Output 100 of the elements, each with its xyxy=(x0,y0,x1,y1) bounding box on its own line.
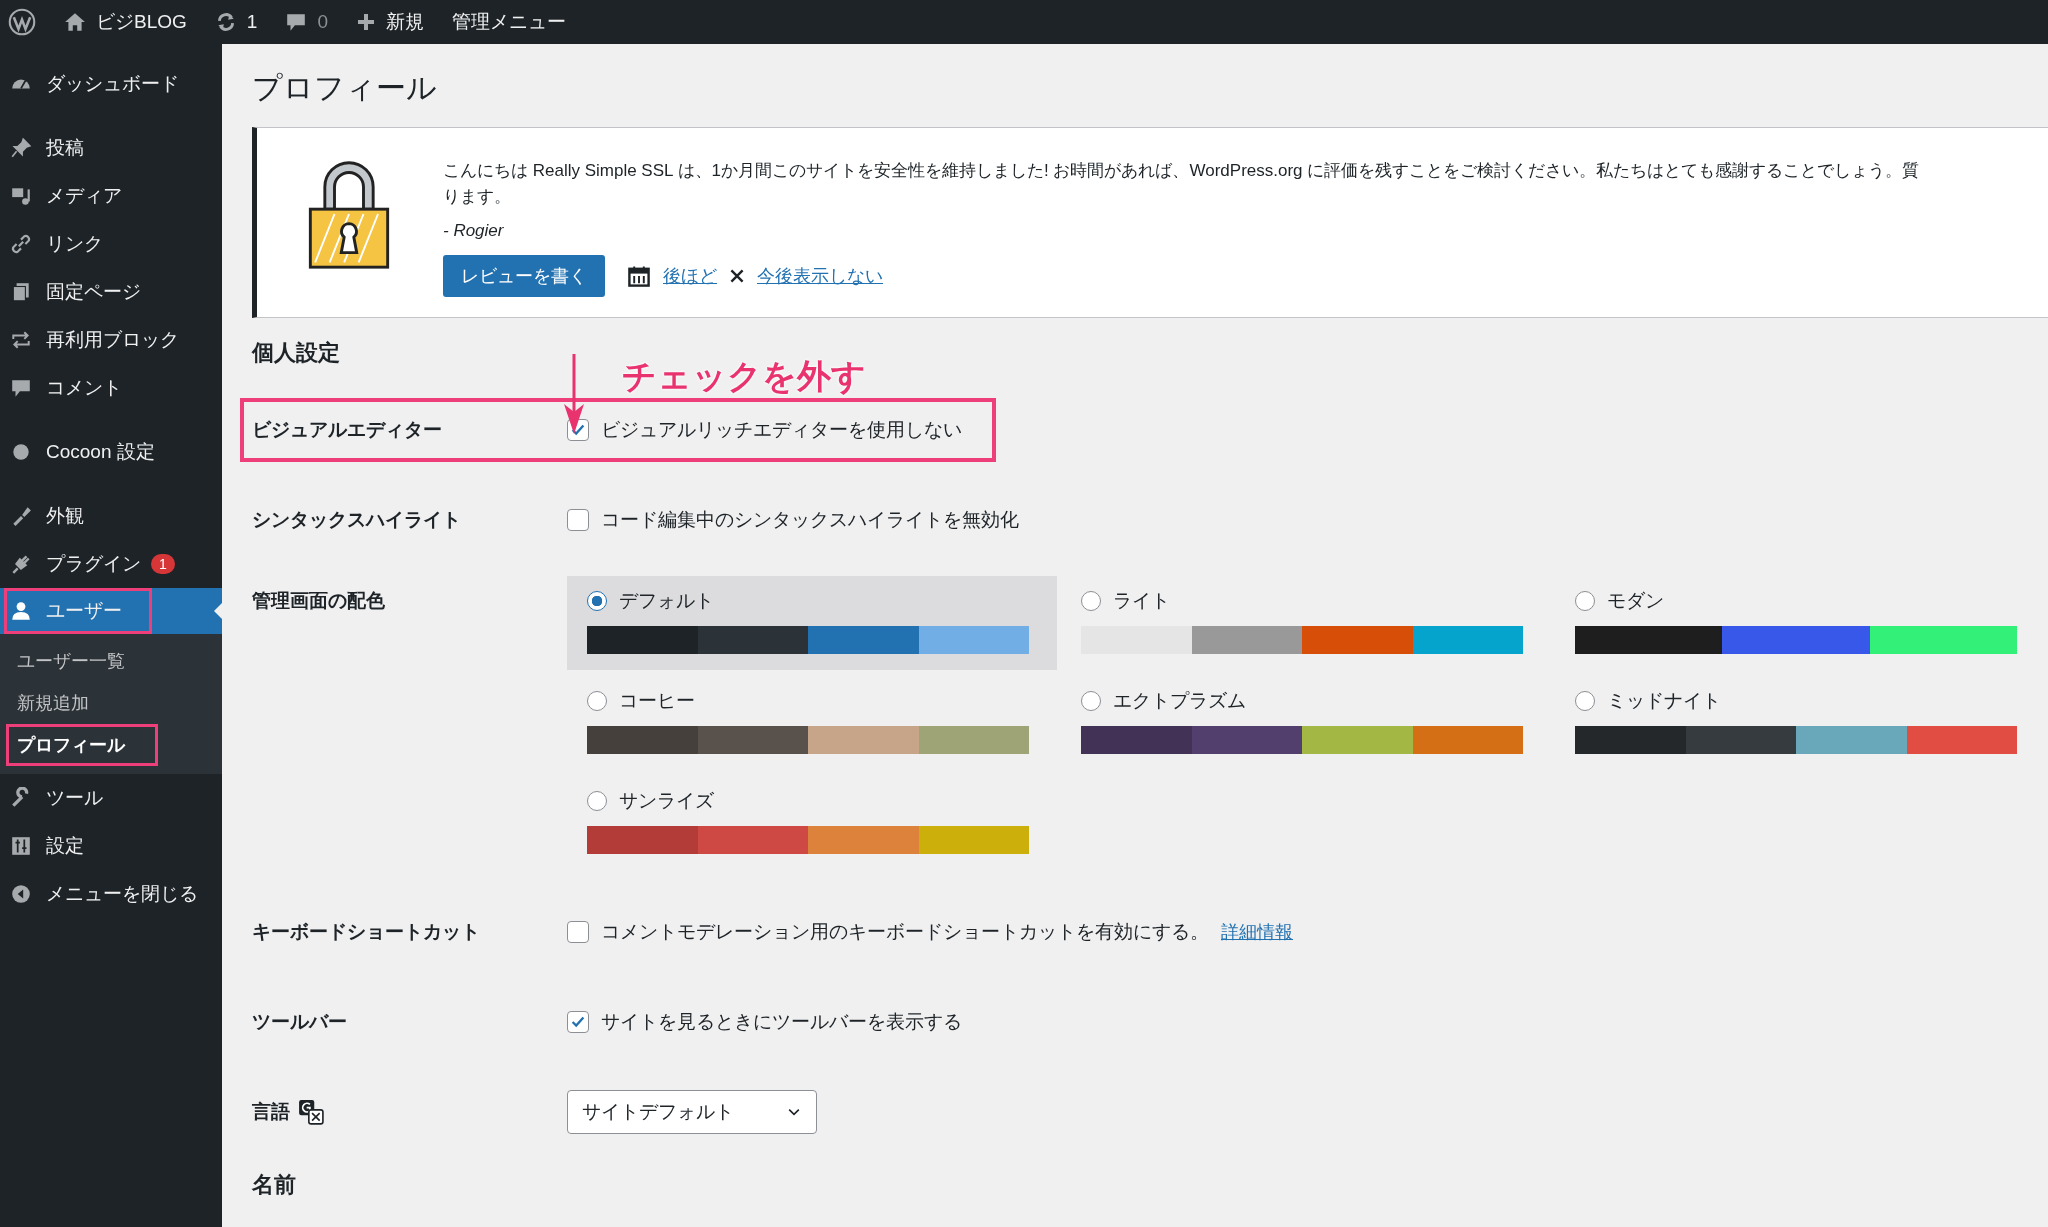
submenu-item[interactable]: プロフィール xyxy=(6,724,158,766)
radio-button[interactable] xyxy=(1081,690,1101,711)
comment-icon[interactable] xyxy=(285,11,308,33)
annotation-label: チェックを外す xyxy=(622,355,866,397)
notice-author: - Rogier xyxy=(443,220,505,241)
menu-item[interactable]: 再利用ブロック xyxy=(0,316,222,364)
color-scheme-option[interactable]: モダン xyxy=(1555,575,2045,670)
update-badge: 1 xyxy=(151,554,175,574)
sliders-icon xyxy=(10,835,32,857)
language-select[interactable]: サイトデフォルト xyxy=(567,1089,817,1134)
scheme-name: サンライズ xyxy=(619,788,714,813)
write-review-button[interactable]: レビューを書く xyxy=(443,254,605,297)
field-label: ビジュアルエディター xyxy=(252,417,442,442)
translate-icon xyxy=(298,1098,324,1125)
page-title: プロフィール xyxy=(252,70,438,106)
radio-button[interactable] xyxy=(587,590,607,611)
scheme-name: エクトプラズム xyxy=(1113,688,1246,713)
submenu-item[interactable]: ユーザー一覧 xyxy=(6,640,158,682)
menu-item[interactable]: プラグイン 1 xyxy=(0,540,222,588)
close-icon[interactable] xyxy=(729,267,745,284)
menu-label: ツール xyxy=(46,786,103,810)
color-scheme-option[interactable]: サンライズ xyxy=(567,775,1057,870)
collapse-icon xyxy=(10,883,32,905)
radio-button[interactable] xyxy=(587,690,607,711)
dismiss-link[interactable]: 今後表示しない xyxy=(757,263,883,288)
checkbox-label[interactable]: コード編集中のシンタックスハイライトを無効化 xyxy=(601,506,1019,533)
field-label: キーボードショートカット xyxy=(252,919,480,944)
menu-item[interactable]: リンク xyxy=(0,220,222,268)
menu-label: 設定 xyxy=(46,834,84,858)
scheme-name: モダン xyxy=(1607,588,1664,613)
menu-label: ダッシュボード xyxy=(46,72,179,96)
menu-label: プラグイン xyxy=(46,552,141,576)
scheme-name: ライト xyxy=(1113,588,1170,613)
menu-label: 外観 xyxy=(46,504,84,528)
color-scheme-option[interactable]: ライト xyxy=(1061,575,1551,670)
repeat-icon xyxy=(10,329,32,351)
home-icon[interactable] xyxy=(64,11,86,33)
details-link[interactable]: 詳細情報 xyxy=(1221,919,1293,944)
later-link[interactable]: 後ほど xyxy=(663,263,717,288)
field-label: 言語 xyxy=(252,1099,290,1124)
scheme-name: コーヒー xyxy=(619,688,695,713)
wordpress-logo-icon[interactable] xyxy=(8,8,36,36)
notice-message: こんにちは Really Simple SSL は、1か月間このサイトを安全性を維持しました! お時間があれば、WordPress.org に評価を残すことをご検討ください。私たちはとても感謝することでしょう。質 ります。 xyxy=(443,160,1920,209)
user-icon xyxy=(10,600,32,622)
section-heading: 個人設定 xyxy=(252,338,341,367)
checkbox[interactable] xyxy=(567,1010,589,1033)
link-icon xyxy=(10,233,32,255)
submenu-item[interactable]: 新規追加 xyxy=(6,682,158,724)
selected-scheme-card[interactable]: デフォルト xyxy=(567,575,1057,670)
menu-item[interactable]: メディア xyxy=(0,172,222,220)
color-scheme-option[interactable]: エクトプラズム xyxy=(1061,675,1551,770)
checkbox-label[interactable]: ビジュアルリッチエディターを使用しない xyxy=(601,416,962,443)
admin-menu-link[interactable]: 管理メニュー xyxy=(451,9,566,35)
menu-item[interactable]: ツール xyxy=(0,774,222,822)
updates-count[interactable]: 1 xyxy=(246,11,258,33)
section-heading: 名前 xyxy=(252,1170,297,1199)
menu-item[interactable]: 設定 xyxy=(0,822,222,870)
comment-icon xyxy=(10,377,32,399)
site-name-link[interactable]: ビジBLOG xyxy=(96,9,187,35)
menu-item[interactable]: 外観 xyxy=(0,492,222,540)
color-scheme-option[interactable]: ミッドナイト xyxy=(1555,675,2045,770)
scheme-name: ミッドナイト xyxy=(1607,688,1721,713)
menu-item[interactable]: メニューを閉じる xyxy=(0,870,222,918)
new-link[interactable]: 新規 xyxy=(385,9,424,35)
menu-label: ユーザー xyxy=(46,599,122,623)
menu-item[interactable]: コメント xyxy=(0,364,222,412)
menu-label: Cocoon 設定 xyxy=(46,440,155,464)
brush-icon xyxy=(10,505,32,527)
menu-item[interactable]: 固定ページ xyxy=(0,268,222,316)
pages-icon xyxy=(10,281,32,303)
field-label: ツールバー xyxy=(252,1009,347,1034)
checkbox[interactable] xyxy=(567,508,589,531)
checkbox-label[interactable]: サイトを見るときにツールバーを表示する xyxy=(601,1008,962,1035)
menu-item[interactable]: ダッシュボード xyxy=(0,60,222,108)
field-label: 管理画面の配色 xyxy=(252,588,385,613)
comments-count[interactable]: 0 xyxy=(317,11,328,33)
checkbox-label[interactable]: コメントモデレーション用のキーボードショートカットを有効にする。 xyxy=(601,918,1209,945)
checkbox[interactable] xyxy=(567,920,589,943)
plug-icon xyxy=(10,553,32,575)
plus-icon[interactable] xyxy=(355,12,376,32)
menu-label: コメント xyxy=(46,376,122,400)
menu-label: メニューを閉じる xyxy=(46,882,198,906)
current-menu-item[interactable]: ユーザー xyxy=(0,588,222,634)
color-scheme-option[interactable]: コーヒー xyxy=(567,675,1057,770)
menu-item[interactable]: 投稿 xyxy=(0,124,222,172)
radio-button[interactable] xyxy=(587,790,607,811)
scheme-name: デフォルト xyxy=(619,588,714,613)
menu-item[interactable]: Cocoon 設定 xyxy=(0,428,222,476)
media-icon xyxy=(10,185,32,207)
radio-button[interactable] xyxy=(1081,590,1101,611)
menu-label: メディア xyxy=(46,184,122,208)
radio-button[interactable] xyxy=(1575,590,1595,611)
menu-label: 固定ページ xyxy=(46,280,141,304)
menu-label: 投稿 xyxy=(46,136,84,160)
circle-icon xyxy=(10,441,32,463)
calendar-icon xyxy=(627,263,651,288)
field-label: シンタックスハイライト xyxy=(252,507,461,532)
pin-icon xyxy=(10,137,32,159)
menu-label: リンク xyxy=(46,232,103,256)
radio-button[interactable] xyxy=(1575,690,1595,711)
